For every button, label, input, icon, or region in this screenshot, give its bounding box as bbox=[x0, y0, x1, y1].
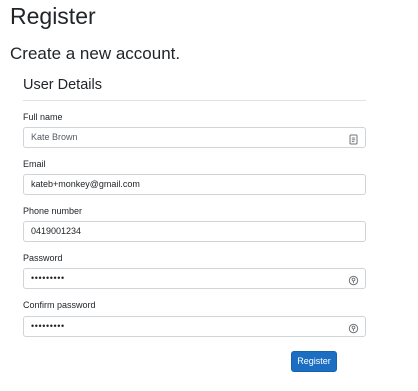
password-label: Password bbox=[23, 253, 63, 263]
full-name-input[interactable]: Kate Brown bbox=[23, 127, 366, 148]
contact-card-icon[interactable] bbox=[348, 132, 359, 145]
key-icon[interactable] bbox=[348, 273, 359, 286]
full-name-value: Kate Brown bbox=[31, 132, 78, 142]
email-label: Email bbox=[23, 159, 46, 169]
register-button[interactable]: Register bbox=[291, 351, 337, 372]
page-subtitle: Create a new account. bbox=[10, 44, 181, 63]
password-input[interactable]: ••••••••• bbox=[23, 268, 366, 289]
phone-value: 0419001234 bbox=[31, 226, 82, 236]
section-title: User Details bbox=[23, 77, 102, 93]
confirm-password-input[interactable]: ••••••••• bbox=[23, 316, 366, 337]
key-icon[interactable] bbox=[348, 321, 359, 334]
section-divider bbox=[23, 100, 366, 101]
email-value: kateb+monkey@gmail.com bbox=[31, 179, 140, 189]
email-input[interactable]: kateb+monkey@gmail.com bbox=[23, 174, 366, 195]
phone-input[interactable]: 0419001234 bbox=[23, 221, 366, 242]
confirm-password-value: ••••••••• bbox=[31, 321, 65, 331]
phone-label: Phone number bbox=[23, 206, 83, 216]
confirm-password-label: Confirm password bbox=[23, 300, 96, 310]
password-value: ••••••••• bbox=[31, 273, 65, 283]
full-name-label: Full name bbox=[23, 112, 63, 122]
page-title: Register bbox=[10, 3, 96, 29]
